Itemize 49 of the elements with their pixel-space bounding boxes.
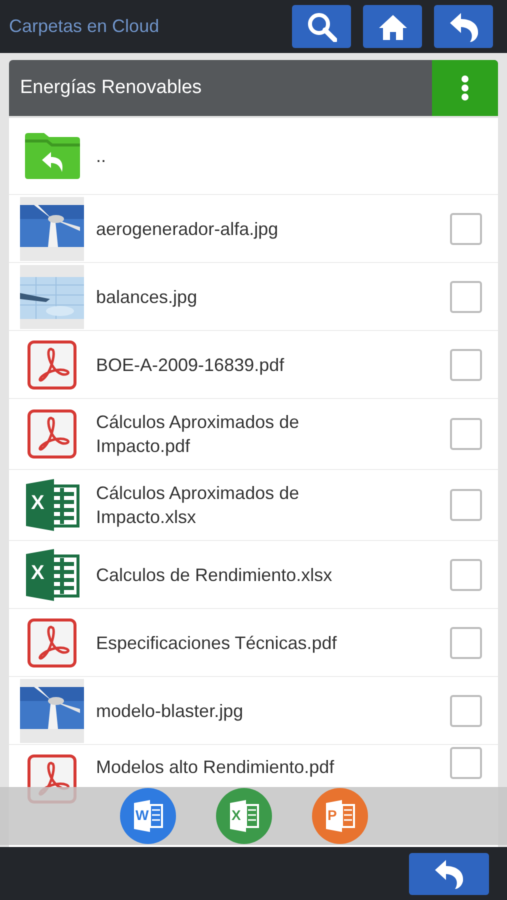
file-row[interactable]: .. bbox=[9, 118, 498, 195]
file-name: Cálculos Aproximados de Impacto.pdf bbox=[95, 411, 300, 458]
checkbox[interactable] bbox=[450, 418, 482, 450]
checkbox[interactable] bbox=[450, 212, 482, 244]
file-name: BOE-A-2009-16839.pdf bbox=[95, 354, 286, 376]
app-title: Carpetas en Cloud bbox=[9, 15, 160, 38]
search-icon bbox=[306, 12, 336, 42]
file-name: aerogenerador-alfa.jpg bbox=[95, 218, 280, 240]
file-row[interactable]: BOE-A-2009-16839.pdf bbox=[9, 331, 498, 399]
more-icon bbox=[461, 75, 469, 101]
file-name: Especificaciones Técnicas.pdf bbox=[95, 632, 338, 654]
file-row[interactable]: Especificaciones Técnicas.pdf bbox=[9, 609, 498, 677]
document-icon bbox=[132, 800, 164, 832]
file-name: balances.jpg bbox=[95, 286, 198, 308]
checkbox[interactable] bbox=[450, 558, 482, 590]
document-icon bbox=[324, 800, 356, 832]
file-row[interactable]: X Calculos de Rendimiento.xlsx bbox=[9, 541, 498, 609]
file-name: modelo-blaster.jpg bbox=[95, 700, 244, 722]
folder-up-icon bbox=[22, 132, 82, 180]
file-name: Calculos de Rendimiento.xlsx bbox=[95, 564, 334, 586]
more-button[interactable] bbox=[432, 60, 498, 116]
file-row[interactable]: Cálculos Aproximados de Impacto.pdf bbox=[9, 399, 498, 470]
file-name: Cálculos Aproximados de Impacto.xlsx bbox=[95, 482, 300, 529]
pdf-file-icon bbox=[27, 409, 77, 459]
new-spreadsheet-button[interactable]: X bbox=[216, 788, 272, 844]
back-icon bbox=[448, 12, 480, 42]
checkbox[interactable] bbox=[450, 489, 482, 521]
checkbox[interactable] bbox=[450, 280, 482, 312]
checkbox[interactable] bbox=[450, 694, 482, 726]
back-icon bbox=[433, 858, 465, 888]
file-name: Modelos alto Rendimiento.pdf bbox=[95, 756, 336, 779]
file-row[interactable]: X Cálculos Aproximados de Impacto.xlsx bbox=[9, 470, 498, 541]
file-row[interactable]: modelo-blaster.jpg bbox=[9, 677, 498, 745]
search-button[interactable] bbox=[292, 5, 351, 48]
document-icon bbox=[228, 800, 260, 832]
checkbox[interactable] bbox=[450, 348, 482, 380]
checkbox[interactable] bbox=[450, 747, 482, 779]
pdf-file-icon bbox=[27, 340, 77, 390]
home-icon bbox=[378, 14, 408, 40]
file-row[interactable]: aerogenerador-alfa.jpg bbox=[9, 195, 498, 263]
file-row[interactable]: balances.jpg bbox=[9, 263, 498, 331]
folder-title: Energías Renovables bbox=[19, 76, 203, 100]
pdf-file-icon bbox=[27, 618, 77, 668]
file-name: .. bbox=[95, 145, 108, 168]
back-button[interactable] bbox=[409, 852, 489, 894]
new-word-document-button[interactable]: W bbox=[120, 788, 176, 844]
back-button[interactable] bbox=[434, 5, 493, 48]
checkbox[interactable] bbox=[450, 626, 482, 658]
home-button[interactable] bbox=[363, 5, 422, 48]
